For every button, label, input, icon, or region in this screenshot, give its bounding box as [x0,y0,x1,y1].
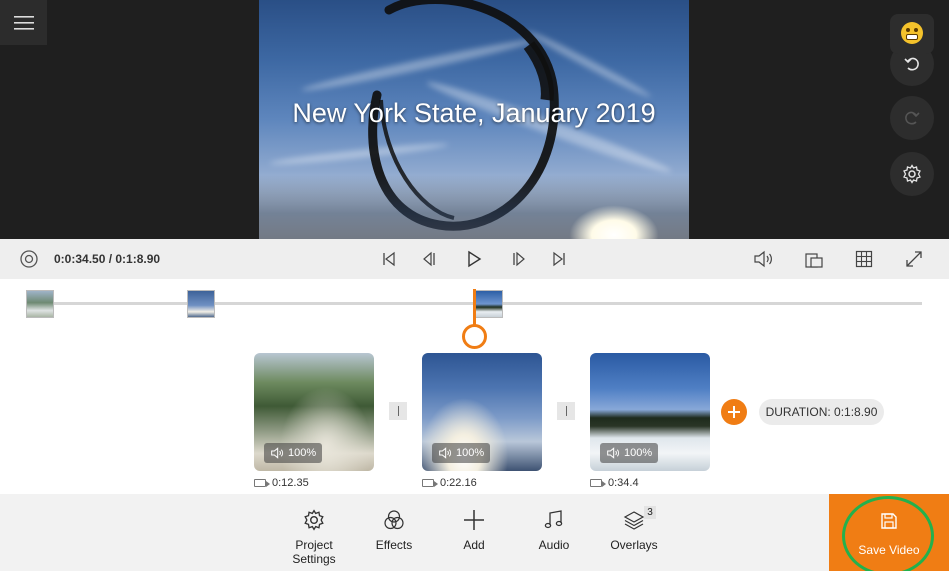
undo-icon [904,57,919,71]
video-camera-icon [590,479,606,487]
gear-icon [304,509,324,531]
aspect-ratio-icon [805,253,823,268]
volume-icon [439,447,452,459]
total-duration-badge: DURATION: 0:1:8.90 [759,399,884,425]
project-settings-button[interactable]: Project Settings [279,508,349,566]
effects-label: Effects [375,538,413,552]
clip-volume-value: 100% [456,447,485,459]
clip-volume-badge[interactable]: 100% [264,443,323,463]
gear-icon [903,164,921,184]
time-display: 0:0:34.50 / 0:1:8.90 [54,252,161,266]
redo-icon [905,111,920,125]
clip-duration: 0:34.4 [590,477,639,489]
overlays-count-badge: 3 [644,506,656,519]
clip-duration-value: 0:34.4 [608,477,639,489]
clip-volume-value: 100% [624,447,653,459]
video-camera-icon [422,479,438,487]
grid-icon [855,250,873,268]
skip-start-icon [383,251,395,267]
transition-button[interactable] [389,402,407,420]
overlays-button[interactable]: Overlays [599,508,669,552]
play-icon [468,250,482,268]
menu-button[interactable] [0,0,47,45]
project-settings-label: Project Settings [292,538,336,566]
redo-button[interactable] [890,96,934,140]
loop-icon [20,250,38,268]
effects-icon [384,510,404,530]
clip-volume-badge[interactable]: 100% [432,443,491,463]
add-button[interactable]: Add [439,508,509,552]
add-label: Add [463,538,485,552]
step-back-button[interactable] [419,249,439,269]
plus-icon [728,406,740,418]
fullscreen-button[interactable] [904,249,924,269]
skip-end-icon [553,251,565,267]
bottom-toolbar: Project Settings Effects Add Audio Overl… [0,494,949,571]
skip-end-button[interactable] [549,249,569,269]
clip-duration-value: 0:12.35 [272,477,309,489]
volume-button[interactable] [753,249,773,269]
plus-icon [464,510,484,530]
highlight-circle [842,496,934,571]
audio-label: Audio [538,538,570,552]
skip-start-button[interactable] [379,249,399,269]
clip-volume-badge[interactable]: 100% [600,443,659,463]
title-overlay-text: New York State, January 2019 [292,98,656,128]
save-video-button[interactable]: Save Video [829,494,949,571]
clip-thumbnail[interactable]: 100% [254,353,374,471]
clip-duration: 0:22.16 [422,477,477,489]
volume-icon [271,447,284,459]
video-camera-icon [254,479,270,487]
grid-button[interactable] [854,249,874,269]
step-forward-button[interactable] [509,249,529,269]
fullscreen-icon [906,251,922,267]
volume-icon [754,250,772,268]
preview-area: New York State, January 2019 [0,0,949,239]
audio-button[interactable]: Audio [519,508,589,552]
clip-volume-value: 100% [288,447,317,459]
scrubber-clip-thumbnail[interactable] [187,290,215,318]
music-note-icon [544,510,563,529]
grimace-emoji-icon [901,22,923,44]
aspect-ratio-button[interactable] [804,249,824,269]
scrubber-clip-thumbnail[interactable] [26,290,54,318]
add-clip-button[interactable] [721,399,747,425]
save-video-label: Save Video [858,543,920,557]
settings-button[interactable] [890,152,934,196]
save-icon [881,513,897,529]
hamburger-icon [13,15,34,30]
clip-duration: 0:12.35 [254,477,309,489]
playback-control-bar: 0:0:34.50 / 0:1:8.90 [0,239,949,279]
clip-thumbnail[interactable]: 100% [590,353,710,471]
playhead[interactable] [473,289,476,325]
layers-icon [623,511,645,530]
feedback-button[interactable] [890,14,934,54]
playhead-handle[interactable] [462,324,487,349]
scrubber-clip-thumbnail[interactable] [475,290,503,318]
clip-thumbnail[interactable]: 100% [422,353,542,471]
volume-icon [607,447,620,459]
play-button[interactable] [464,249,484,269]
transition-button[interactable] [557,402,575,420]
loop-button[interactable] [19,249,39,269]
clip-duration-value: 0:22.16 [440,477,477,489]
step-back-icon [423,251,435,267]
step-forward-icon [513,251,525,267]
video-preview[interactable]: New York State, January 2019 [259,0,689,239]
video-editor-app: New York State, January 2019 0:0:34.50 /… [0,0,949,571]
effects-button[interactable]: Effects [359,508,429,552]
overlays-label: Overlays [610,538,658,552]
